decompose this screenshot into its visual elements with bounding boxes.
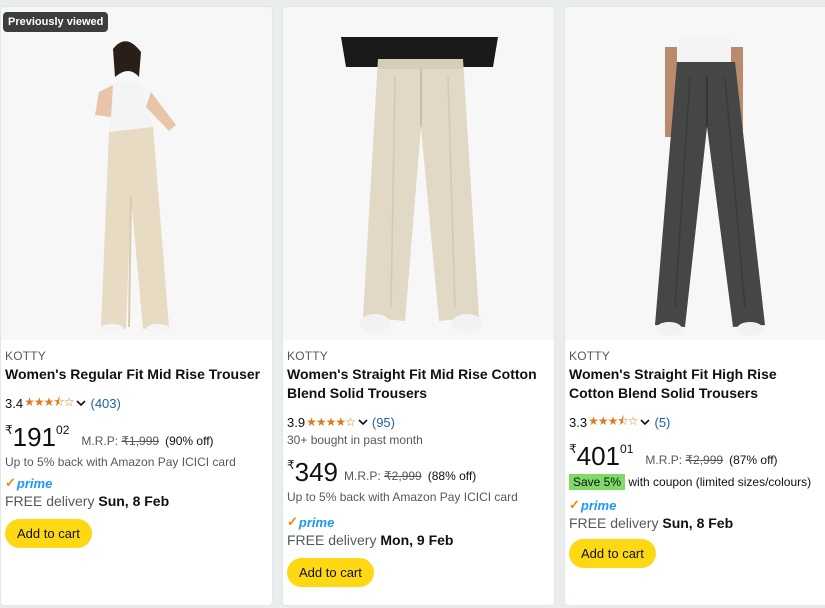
mrp-label: M.R.P:: [344, 469, 381, 483]
add-to-cart-button[interactable]: Add to cart: [569, 539, 656, 568]
mrp-value: ₹1,999: [121, 434, 160, 448]
prime-badge: ✓ prime: [569, 497, 824, 513]
product-card[interactable]: Previously viewed KOTTY Women's Regular …: [0, 6, 273, 606]
review-count-link[interactable]: (403): [90, 396, 120, 411]
price-whole: 191: [12, 422, 57, 452]
discount-percent: (87% off): [729, 453, 778, 467]
mrp: M.R.P: ₹1,999: [81, 434, 159, 448]
currency-symbol: ₹: [569, 442, 577, 456]
rating-value: 3.4: [5, 395, 24, 411]
mrp: M.R.P: ₹2,999: [645, 453, 723, 467]
product-image[interactable]: Previously viewed: [1, 7, 272, 340]
rating-row[interactable]: 3.3 ★★★⯪☆ (5): [569, 412, 824, 432]
brand-name: KOTTY: [287, 349, 329, 363]
star-rating-icon: ★★★⯪☆: [24, 394, 74, 409]
star-rating-icon: ★★★★☆: [306, 415, 356, 429]
add-to-cart-button[interactable]: Add to cart: [5, 519, 92, 548]
product-title[interactable]: Women's Straight Fit Mid Rise Cotton Ble…: [287, 365, 549, 403]
delivery-info: FREE delivery Sun, 8 Feb: [569, 515, 824, 531]
product-image[interactable]: [283, 7, 554, 340]
cashback-offer: Up to 5% back with Amazon Pay ICICI card: [287, 490, 518, 504]
price-whole: 401: [576, 441, 621, 471]
prime-badge: ✓ prime: [5, 475, 268, 491]
cashback-offer: Up to 5% back with Amazon Pay ICICI card: [5, 455, 236, 469]
mrp-value: ₹2,999: [685, 453, 724, 467]
add-to-cart-button[interactable]: Add to cart: [287, 558, 374, 587]
product-card[interactable]: KOTTY Women's Straight Fit Mid Rise Cott…: [282, 6, 555, 606]
product-card[interactable]: KOTTY Women's Straight Fit High Rise Cot…: [564, 6, 825, 606]
star-rating-icon: ★★★⯪☆: [588, 413, 638, 428]
product-image[interactable]: [565, 7, 825, 340]
rating-value: 3.9: [287, 414, 306, 430]
mrp-value: ₹2,999: [384, 469, 422, 483]
prime-label: prime: [298, 514, 335, 530]
delivery-text: FREE delivery: [569, 515, 659, 531]
price-row: ₹ 191 02 M.R.P: ₹1,999 (90% off): [5, 421, 268, 451]
prime-check-icon: ✓: [5, 475, 16, 490]
delivery-date: Sun, 8 Feb: [98, 493, 170, 509]
price-whole: 349: [294, 457, 339, 487]
prime-badge: ✓ prime: [287, 514, 550, 530]
price-fraction: 02: [56, 423, 70, 437]
brand-name: KOTTY: [5, 349, 47, 363]
chevron-down-icon[interactable]: [639, 416, 651, 428]
delivery-date: Mon, 9 Feb: [380, 532, 454, 548]
price-row: ₹ 349 M.R.P: ₹2,999 (88% off): [287, 456, 550, 486]
rating-value: 3.3: [569, 414, 588, 430]
coupon-offer[interactable]: Save 5% with coupon (limited sizes/colou…: [569, 473, 824, 491]
currency-symbol: ₹: [5, 423, 13, 437]
delivery-text: FREE delivery: [287, 532, 377, 548]
prime-label: prime: [580, 497, 617, 513]
save-badge: Save 5%: [569, 474, 626, 490]
discount-percent: (88% off): [427, 469, 477, 483]
previously-viewed-badge: Previously viewed: [3, 12, 109, 32]
product-title[interactable]: Women's Regular Fit Mid Rise Trouser: [5, 365, 267, 384]
rating-row[interactable]: 3.9 ★★★★☆ (95): [287, 412, 550, 432]
product-title[interactable]: Women's Straight Fit High Rise Cotton Bl…: [569, 365, 809, 403]
brand-name: KOTTY: [569, 349, 611, 363]
price-fraction: 01: [620, 442, 634, 456]
delivery-info: FREE delivery Sun, 8 Feb: [5, 493, 268, 509]
review-count-link[interactable]: (95): [372, 415, 395, 430]
mrp-label: M.R.P:: [645, 453, 683, 467]
currency-symbol: ₹: [287, 458, 295, 472]
coupon-text: with coupon (limited sizes/colours): [628, 475, 812, 489]
bought-count: 30+ bought in past month: [287, 433, 423, 447]
delivery-text: FREE delivery: [5, 493, 95, 509]
rating-row[interactable]: 3.4 ★★★⯪☆ (403): [5, 393, 268, 413]
prime-check-icon: ✓: [287, 514, 298, 529]
price-row: ₹ 401 01 M.R.P: ₹2,999 (87% off): [569, 440, 824, 470]
review-count-link[interactable]: (5): [654, 415, 670, 430]
chevron-down-icon[interactable]: [357, 416, 369, 428]
delivery-info: FREE delivery Mon, 9 Feb: [287, 532, 550, 548]
mrp: M.R.P: ₹2,999: [344, 469, 422, 483]
prime-check-icon: ✓: [569, 497, 580, 512]
delivery-date: Sun, 8 Feb: [662, 515, 734, 531]
prime-label: prime: [16, 475, 53, 491]
discount-percent: (90% off): [165, 434, 214, 448]
mrp-label: M.R.P:: [81, 434, 119, 448]
chevron-down-icon[interactable]: [75, 397, 87, 409]
